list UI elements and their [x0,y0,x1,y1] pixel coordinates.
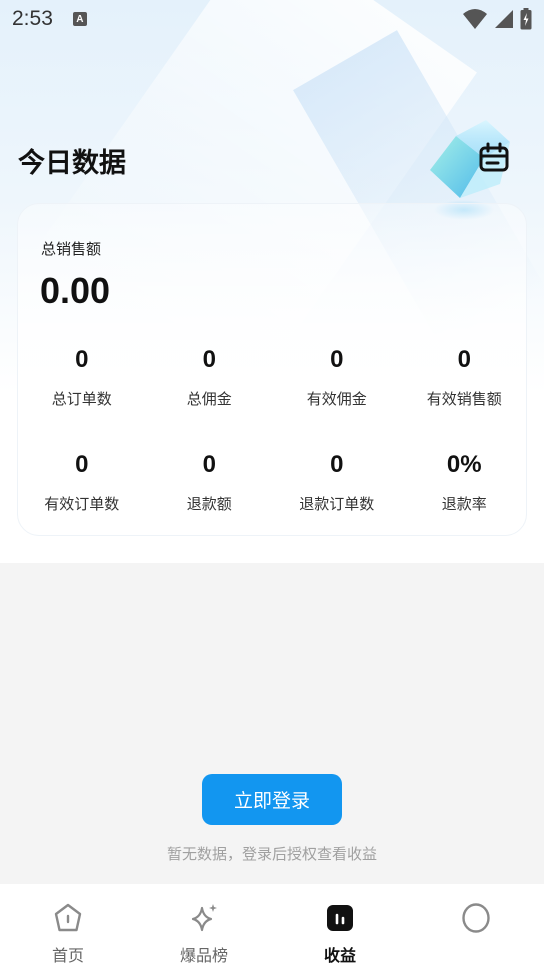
total-sales-label: 总销售额 [41,240,102,258]
calendar-button[interactable] [474,138,514,178]
stat-value: 0 [330,346,344,373]
stat-refund-amount: 0 退款额 [146,449,274,514]
stat-value: 0 [457,346,471,373]
stat-value: 0 [75,346,89,373]
bottom-tab-bar: 首页 爆品榜 收益 [0,884,544,968]
status-bar: 2:53 A [0,0,544,38]
earnings-icon [327,905,353,931]
stat-label: 退款率 [441,495,487,513]
stat-valid-orders: 0 有效订单数 [18,449,146,514]
stat-refund-orders: 0 退款订单数 [273,449,401,514]
stat-label: 退款订单数 [299,495,375,513]
stat-label: 总订单数 [51,390,112,408]
tab-label: 收益 [323,946,356,965]
status-indicators [462,8,532,30]
empty-data-tip: 暂无数据，登录后授权查看收益 [166,845,377,863]
tab-home[interactable]: 首页 [0,884,136,968]
stat-value: 0% [446,451,482,478]
stat-refund-rate: 0% 退款率 [401,449,529,514]
battery-icon [520,8,532,30]
cellular-signal-icon [495,10,513,28]
today-data-card: 总销售额 0.00 0 总订单数 0 总佣金 0 有效佣金 0 有效销售额 0 … [17,203,527,536]
tab-earnings[interactable]: 收益 [272,884,408,968]
status-time: 2:53 [12,7,53,30]
wifi-icon [463,9,487,29]
stat-valid-sales: 0 有效销售额 [401,344,529,409]
home-icon [54,903,82,932]
stat-value: 0 [202,346,216,373]
total-sales-amount: 0.00 [40,270,111,311]
stats-grid: 0 总订单数 0 总佣金 0 有效佣金 0 有效销售额 0 有效订单数 0 退款… [18,344,528,514]
stat-label: 退款额 [186,495,232,513]
stat-label: 总佣金 [186,390,232,408]
stat-total-commission: 0 总佣金 [146,344,274,409]
login-button[interactable]: 立即登录 [202,774,342,825]
stat-label: 有效销售额 [426,390,502,408]
tab-hot-products[interactable]: 爆品榜 [136,884,272,968]
profile-circle-icon [462,903,490,933]
tab-label: 首页 [51,946,84,965]
stat-total-orders: 0 总订单数 [18,344,146,409]
notification-a-icon: A [72,12,87,26]
stat-valid-commission: 0 有效佣金 [273,344,401,409]
stat-value: 0 [75,451,89,478]
tab-profile[interactable] [408,884,544,968]
stat-label: 有效佣金 [306,390,367,408]
sparkle-icon [191,904,217,932]
page-title: 今日数据 [18,148,126,179]
stat-label: 有效订单数 [44,495,120,513]
tab-label: 爆品榜 [179,946,228,965]
stat-value: 0 [330,451,344,478]
calendar-icon [479,142,509,172]
stat-value: 0 [202,451,216,478]
